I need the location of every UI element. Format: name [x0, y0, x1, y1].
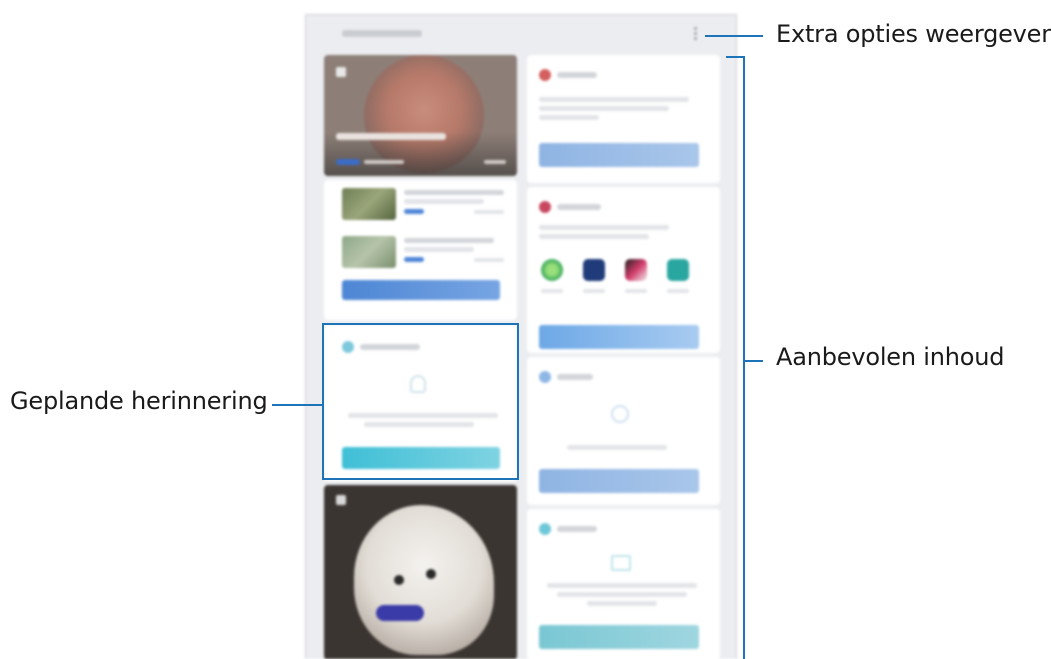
video-card[interactable] — [324, 55, 517, 176]
bracket-recommended-vertical — [743, 56, 745, 659]
screen-icon — [539, 523, 551, 535]
app-icon — [539, 69, 551, 81]
callout-recommended-content: Aanbevolen inhoud — [776, 343, 1005, 371]
apps-icon — [539, 201, 551, 213]
recommendation-card-3[interactable] — [527, 357, 720, 505]
photo-card[interactable] — [324, 485, 517, 659]
leader-scheduled-reminder — [272, 404, 322, 406]
screen-title — [342, 30, 422, 37]
leader-recommended-content — [743, 360, 763, 362]
leader-extra-options — [705, 35, 763, 37]
recommendation-card-1[interactable] — [527, 55, 720, 183]
screen-header — [306, 15, 736, 51]
clock-icon — [539, 371, 551, 383]
scheduled-reminder-highlight — [322, 323, 519, 480]
photo-icon — [336, 495, 346, 505]
callout-extra-options: Extra opties weergeven. — [776, 20, 1051, 48]
app-suggestion-card[interactable] — [527, 187, 720, 353]
recommendation-card-4[interactable] — [527, 509, 720, 659]
video-icon — [336, 67, 346, 77]
callout-scheduled-reminder: Geplande herinnering — [10, 387, 268, 415]
news-list-card[interactable] — [324, 180, 517, 320]
vertical-ellipsis-icon[interactable] — [694, 27, 698, 43]
